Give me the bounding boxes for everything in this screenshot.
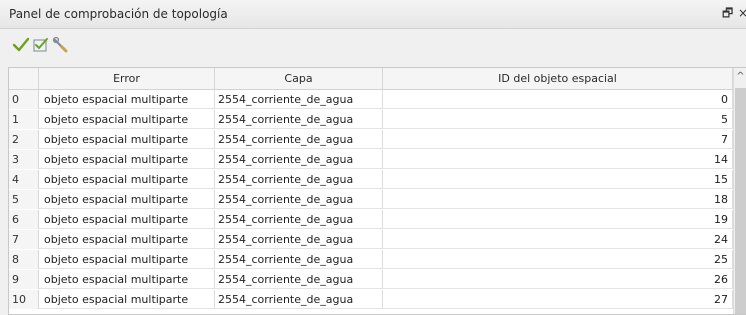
- layer-cell[interactable]: 2554_corriente_de_agua: [215, 270, 383, 289]
- error-cell[interactable]: objeto espacial multiparte: [39, 190, 215, 209]
- table-row[interactable]: 6 objeto espacial multiparte 2554_corrient…: [9, 210, 733, 229]
- table-row[interactable]: 7 objeto espacial multiparte 2554_corrient…: [9, 230, 733, 249]
- error-cell[interactable]: objeto espacial multiparte: [39, 250, 215, 269]
- feature-id-cell[interactable]: 15: [383, 170, 733, 189]
- column-header-capa[interactable]: Capa: [215, 68, 383, 89]
- topology-toolbar: [0, 29, 746, 59]
- feature-id-cell[interactable]: 19: [383, 210, 733, 229]
- float-panel-icon[interactable]: 🗗: [722, 6, 734, 20]
- row-index: 6: [9, 210, 39, 229]
- error-cell[interactable]: objeto espacial multiparte: [39, 270, 215, 289]
- table-row[interactable]: 5 objeto espacial multiparte 2554_corrient…: [9, 190, 733, 209]
- feature-id-cell[interactable]: 18: [383, 190, 733, 209]
- layer-cell[interactable]: 2554_corriente_de_agua: [215, 150, 383, 169]
- vertical-scrollbar[interactable]: ^: [733, 68, 746, 314]
- layer-cell[interactable]: 2554_corriente_de_agua: [215, 130, 383, 149]
- feature-id-cell[interactable]: 0: [383, 90, 733, 109]
- feature-id-cell[interactable]: 25: [383, 250, 733, 269]
- validate-all-button[interactable]: [12, 36, 30, 54]
- feature-id-cell[interactable]: 5: [383, 110, 733, 129]
- check-extent-icon: [33, 38, 48, 52]
- row-index: 8: [9, 250, 39, 269]
- configure-rules-button[interactable]: [52, 36, 70, 54]
- table-header: Error Capa ID del objeto espacial: [9, 68, 746, 90]
- feature-id-cell[interactable]: 24: [383, 230, 733, 249]
- layer-cell[interactable]: 2554_corriente_de_agua: [215, 190, 383, 209]
- table-row[interactable]: 3 objeto espacial multiparte 2554_corrient…: [9, 150, 733, 169]
- error-cell[interactable]: objeto espacial multiparte: [39, 150, 215, 169]
- layer-cell[interactable]: 2554_corriente_de_agua: [215, 230, 383, 249]
- checkmark-icon: [12, 37, 30, 52]
- row-index: 3: [9, 150, 39, 169]
- panel-titlebar: Panel de comprobación de topología 🗗 ×: [0, 0, 746, 29]
- error-cell[interactable]: objeto espacial multiparte: [39, 290, 215, 309]
- row-index: 7: [9, 230, 39, 249]
- table-row[interactable]: 2 objeto espacial multiparte 2554_corrient…: [9, 130, 733, 149]
- feature-id-cell[interactable]: 26: [383, 270, 733, 289]
- error-cell[interactable]: objeto espacial multiparte: [39, 170, 215, 189]
- row-index: 1: [9, 110, 39, 129]
- scrollbar-thumb[interactable]: [735, 88, 746, 314]
- column-header-feature-id[interactable]: ID del objeto espacial: [383, 68, 733, 89]
- scroll-up-arrow-icon[interactable]: ^: [734, 70, 746, 84]
- feature-id-cell[interactable]: 14: [383, 150, 733, 169]
- row-index: 5: [9, 190, 39, 209]
- feature-id-cell[interactable]: 27: [383, 290, 733, 309]
- error-cell[interactable]: objeto espacial multiparte: [39, 90, 215, 109]
- panel-title: Panel de comprobación de topología: [9, 7, 228, 21]
- error-cell[interactable]: objeto espacial multiparte: [39, 110, 215, 129]
- errors-table: Error Capa ID del objeto espacial 0 objet…: [8, 67, 746, 315]
- row-index: 4: [9, 170, 39, 189]
- column-header-error[interactable]: Error: [39, 68, 215, 89]
- table-row[interactable]: 4 objeto espacial multiparte 2554_corrient…: [9, 170, 733, 189]
- layer-cell[interactable]: 2554_corriente_de_agua: [215, 290, 383, 309]
- wrench-icon: [52, 36, 68, 53]
- layer-cell[interactable]: 2554_corriente_de_agua: [215, 90, 383, 109]
- layer-cell[interactable]: 2554_corriente_de_agua: [215, 110, 383, 129]
- row-index: 9: [9, 270, 39, 289]
- error-cell[interactable]: objeto espacial multiparte: [39, 210, 215, 229]
- row-index: 10: [9, 290, 39, 309]
- error-cell[interactable]: objeto espacial multiparte: [39, 230, 215, 249]
- layer-cell[interactable]: 2554_corriente_de_agua: [215, 170, 383, 189]
- layer-cell[interactable]: 2554_corriente_de_agua: [215, 210, 383, 229]
- feature-id-cell[interactable]: 7: [383, 130, 733, 149]
- table-row[interactable]: 10 objeto espacial multiparte 2554_corrien…: [9, 290, 733, 309]
- close-icon[interactable]: ×: [738, 6, 746, 20]
- row-index: 2: [9, 130, 39, 149]
- row-index: 0: [9, 90, 39, 109]
- layer-cell[interactable]: 2554_corriente_de_agua: [215, 250, 383, 269]
- error-cell[interactable]: objeto espacial multiparte: [39, 130, 215, 149]
- table-row[interactable]: 8 objeto espacial multiparte 2554_corrient…: [9, 250, 733, 269]
- table-row[interactable]: 1 objeto espacial multiparte 2554_corrient…: [9, 110, 733, 129]
- table-row[interactable]: 0 objeto espacial multiparte 2554_corrient…: [9, 90, 733, 109]
- header-corner: [9, 68, 39, 89]
- table-row[interactable]: 9 objeto espacial multiparte 2554_corrient…: [9, 270, 733, 289]
- validate-extent-button[interactable]: [32, 36, 50, 54]
